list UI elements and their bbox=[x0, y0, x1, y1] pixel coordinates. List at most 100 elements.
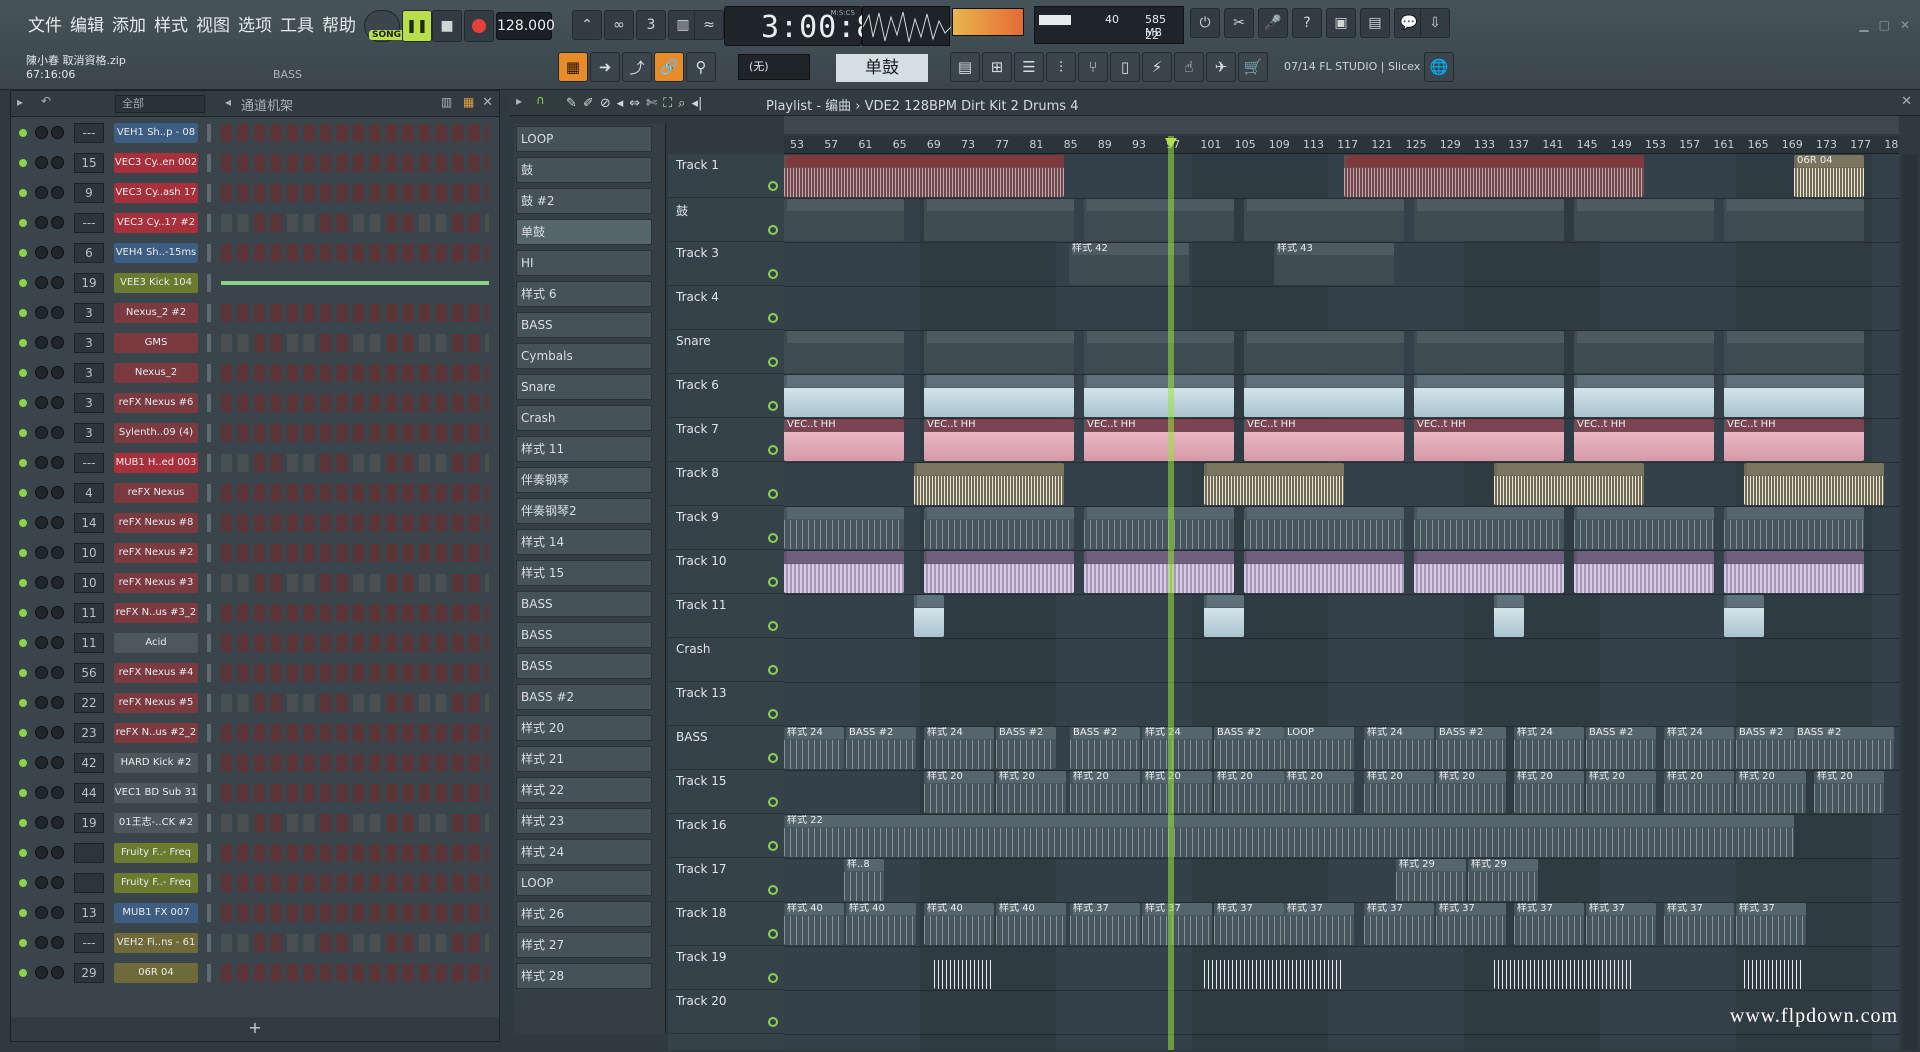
track-enable-icon[interactable] bbox=[768, 269, 778, 279]
track-enable-icon[interactable] bbox=[768, 401, 778, 411]
pan-knob[interactable] bbox=[35, 576, 48, 589]
playlist-clip[interactable] bbox=[1414, 199, 1564, 241]
channel-row[interactable]: 9 VEC3 Cy..ash 17 bbox=[11, 181, 491, 205]
playlist-clip[interactable]: BASS #2 bbox=[1436, 727, 1506, 769]
channel-row[interactable]: --- MUB1 H..ed 003 bbox=[11, 451, 491, 475]
channel-mixer-track[interactable]: 29 bbox=[74, 963, 104, 983]
add-channel-button[interactable]: + bbox=[11, 1017, 499, 1041]
volume-knob[interactable] bbox=[51, 816, 64, 829]
channel-select[interactable] bbox=[207, 784, 211, 802]
record-button[interactable] bbox=[464, 10, 494, 42]
volume-knob[interactable] bbox=[51, 696, 64, 709]
channel-led-icon[interactable] bbox=[19, 759, 27, 767]
pattern-item[interactable]: 样式 22 bbox=[516, 777, 652, 803]
step-sequencer[interactable] bbox=[221, 394, 489, 412]
channel-mixer-track[interactable] bbox=[74, 843, 104, 863]
pan-knob[interactable] bbox=[35, 696, 48, 709]
step-sequencer[interactable] bbox=[221, 784, 489, 802]
channel-name[interactable]: reFX Nexus #8 bbox=[114, 513, 198, 533]
pan-knob[interactable] bbox=[35, 936, 48, 949]
channel-name[interactable]: reFX N..us #2_2 bbox=[114, 723, 198, 743]
channel-select[interactable] bbox=[207, 664, 211, 682]
pan-knob[interactable] bbox=[35, 546, 48, 559]
track-enable-icon[interactable] bbox=[768, 357, 778, 367]
volume-knob[interactable] bbox=[51, 456, 64, 469]
channel-name[interactable]: 06R 04 bbox=[114, 963, 198, 983]
channel-led-icon[interactable] bbox=[19, 399, 27, 407]
channel-row[interactable]: 29 06R 04 bbox=[11, 961, 491, 985]
pan-knob[interactable] bbox=[35, 966, 48, 979]
step-sequencer[interactable] bbox=[221, 964, 489, 982]
playlist-clip[interactable] bbox=[924, 507, 1074, 549]
pan-knob[interactable] bbox=[35, 306, 48, 319]
track-enable-icon[interactable] bbox=[768, 1017, 778, 1027]
playlist-clip[interactable]: 样式 40 bbox=[924, 903, 994, 945]
channel-mixer-track[interactable]: --- bbox=[74, 453, 104, 473]
channel-mixer-track[interactable]: 56 bbox=[74, 663, 104, 683]
pan-knob[interactable] bbox=[35, 156, 48, 169]
playlist-clip[interactable] bbox=[1724, 375, 1864, 417]
channel-row[interactable]: 10 reFX Nexus #2 bbox=[11, 541, 491, 565]
pattern-item[interactable]: 鼓 #2 bbox=[516, 188, 652, 214]
channel-led-icon[interactable] bbox=[19, 369, 27, 377]
playlist-clip[interactable] bbox=[1344, 155, 1644, 197]
playlist-clip[interactable]: VEC..t HH bbox=[1574, 419, 1714, 461]
playlist-clip[interactable]: 样式 20 bbox=[1586, 771, 1656, 813]
volume-knob[interactable] bbox=[51, 786, 64, 799]
playlist-clip[interactable] bbox=[924, 331, 1074, 373]
pattern-item[interactable]: LOOP bbox=[516, 870, 652, 896]
help-button[interactable]: ? bbox=[1292, 8, 1322, 38]
channel-select[interactable] bbox=[207, 844, 211, 862]
channel-row[interactable]: 3 Nexus_2 #2 bbox=[11, 301, 491, 325]
channel-led-icon[interactable] bbox=[19, 519, 27, 527]
volume-knob[interactable] bbox=[51, 936, 64, 949]
view-shop-button[interactable]: 🛒 bbox=[1238, 52, 1268, 82]
playlist-clip[interactable] bbox=[1084, 331, 1234, 373]
pan-knob[interactable] bbox=[35, 336, 48, 349]
channel-select[interactable] bbox=[207, 604, 211, 622]
playlist-clip[interactable] bbox=[1084, 551, 1234, 593]
channel-led-icon[interactable] bbox=[19, 849, 27, 857]
volume-knob[interactable] bbox=[51, 606, 64, 619]
channel-mixer-track[interactable]: 11 bbox=[74, 633, 104, 653]
track-enable-icon[interactable] bbox=[768, 577, 778, 587]
playlist-overview[interactable] bbox=[784, 116, 1899, 134]
playlist-clip[interactable] bbox=[1244, 507, 1404, 549]
track-header[interactable]: Track 19 bbox=[668, 946, 784, 990]
volume-knob[interactable] bbox=[51, 486, 64, 499]
playlist-clip[interactable]: 样式 37 bbox=[1070, 903, 1140, 945]
channel-row[interactable]: 11 reFX N..us #3_2 bbox=[11, 601, 491, 625]
playlist-clip[interactable]: 样式 20 bbox=[1284, 771, 1354, 813]
track-header[interactable]: BASS bbox=[668, 726, 784, 770]
stop-button[interactable]: ■ bbox=[432, 10, 462, 42]
volume-knob[interactable] bbox=[51, 366, 64, 379]
playlist-clip[interactable] bbox=[1204, 947, 1344, 989]
typing-keyboard-button[interactable]: ⚲ bbox=[686, 52, 716, 82]
volume-knob[interactable] bbox=[51, 636, 64, 649]
playlist-clip[interactable]: VEC..t HH bbox=[1724, 419, 1864, 461]
playlist-clip[interactable] bbox=[1724, 551, 1864, 593]
pan-knob[interactable] bbox=[35, 876, 48, 889]
graph-icon[interactable]: ▥ bbox=[441, 95, 452, 109]
undo-history-button[interactable]: ⏻ bbox=[1190, 8, 1220, 38]
playlist-clip[interactable]: 样式 20 bbox=[1814, 771, 1884, 813]
pattern-item[interactable]: BASS bbox=[516, 312, 652, 338]
channel-led-icon[interactable] bbox=[19, 279, 27, 287]
pan-knob[interactable] bbox=[35, 846, 48, 859]
mute-icon[interactable]: ◂ bbox=[617, 96, 624, 111]
song-mode-toggle[interactable]: SONG bbox=[364, 10, 405, 42]
online-button[interactable]: 🌐 bbox=[1424, 52, 1454, 82]
channel-row[interactable]: Fruity F..- Freq bbox=[11, 841, 491, 865]
playlist-clip[interactable]: 样式 24 bbox=[1364, 727, 1434, 769]
playlist-clip[interactable] bbox=[924, 375, 1074, 417]
playlist-clip[interactable]: BASS #2 bbox=[1214, 727, 1284, 769]
track-header[interactable]: Track 6 bbox=[668, 374, 784, 418]
playlist-clip[interactable]: 样式 40 bbox=[784, 903, 844, 945]
channel-row[interactable]: 19 VEE3 Kick 104 bbox=[11, 271, 491, 295]
current-pattern-name[interactable]: 单鼓 bbox=[836, 54, 928, 82]
step-sequencer[interactable] bbox=[221, 454, 489, 472]
view-piano-roll-button[interactable]: ▤ bbox=[950, 52, 980, 82]
playlist-clip[interactable] bbox=[1744, 463, 1884, 505]
playlist-clip[interactable] bbox=[1574, 199, 1714, 241]
brush-icon[interactable]: ✐ bbox=[583, 96, 594, 111]
